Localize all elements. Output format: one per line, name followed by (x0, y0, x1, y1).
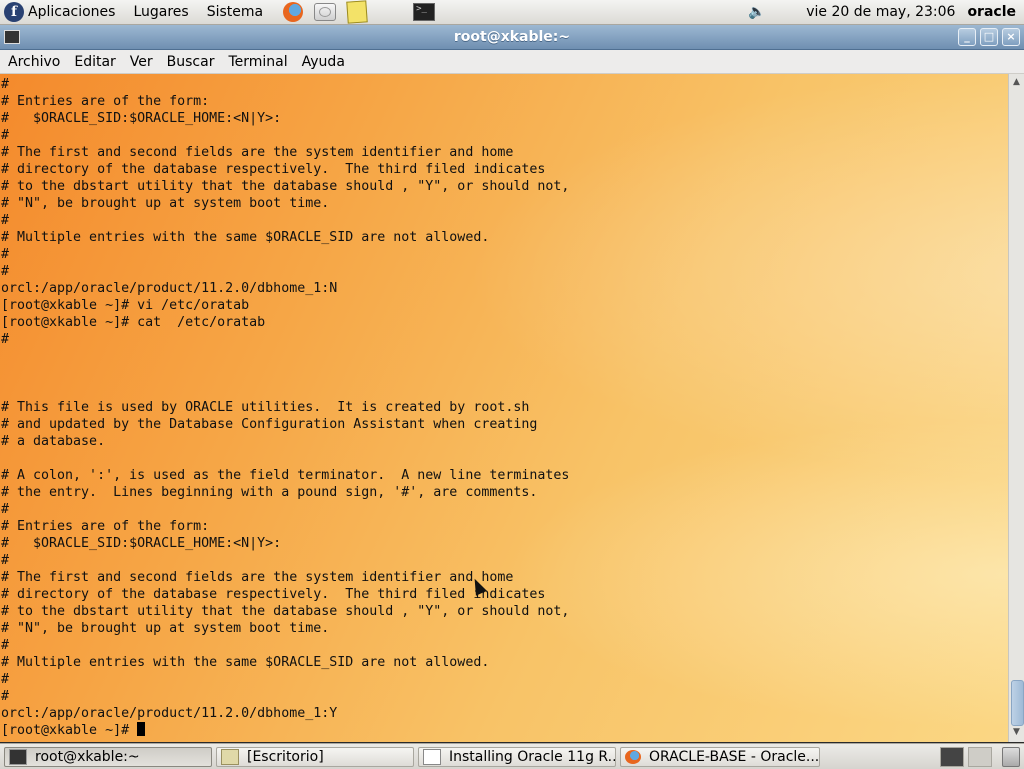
terminal-line: # $ORACLE_SID:$ORACLE_HOME:<N|Y>: (1, 111, 282, 126)
task-desktop[interactable]: [Escritorio] (216, 746, 414, 767)
terminal-line: # "N", be brought up at system boot time… (1, 196, 330, 211)
terminal-line: # and updated by the Database Configurat… (1, 417, 538, 432)
applications-menu[interactable]: f Aplicaciones (0, 0, 129, 24)
task-oracle-base[interactable]: ORACLE-BASE - Oracle... (620, 746, 820, 767)
firefox-launcher[interactable] (281, 1, 305, 23)
mail-launcher[interactable] (313, 1, 337, 23)
menu-ver[interactable]: Ver (123, 54, 160, 70)
terminal-line: [root@xkable ~]# vi /etc/oratab (1, 298, 250, 313)
terminal-line: # (1, 689, 10, 704)
notes-icon (346, 0, 368, 24)
task-label: [Escritorio] (247, 748, 324, 765)
terminal-line: # (1, 638, 10, 653)
terminal-icon (9, 748, 27, 765)
terminal-line: # directory of the database respectively… (1, 162, 546, 177)
terminal-line: # (1, 264, 10, 279)
task-terminal[interactable]: root@xkable:~ (4, 746, 212, 767)
window-titlebar[interactable]: root@xkable:~ _ □ × (0, 25, 1024, 50)
task-label: ORACLE-BASE - Oracle... (649, 748, 820, 765)
close-button[interactable]: × (1002, 28, 1020, 46)
terminal-line: # Multiple entries with the same $ORACLE… (1, 655, 490, 670)
scroll-down-arrow-icon[interactable]: ▼ (1011, 726, 1022, 738)
terminal-lines: # # Entries are of the form: # $ORACLE_S… (1, 77, 569, 721)
menu-system-label: Sistema (206, 4, 264, 20)
terminal-scrollbar[interactable]: ▲ ▼ (1008, 74, 1024, 742)
maximize-button[interactable]: □ (980, 28, 998, 46)
workspace-1[interactable] (940, 746, 964, 767)
menu-applications-label: Aplicaciones (28, 4, 116, 20)
terminal-line: # $ORACLE_SID:$ORACLE_HOME:<N|Y>: (1, 536, 282, 551)
task-installing-oracle[interactable]: Installing Oracle 11g R... (418, 746, 616, 767)
terminal-area[interactable]: # # Entries are of the form: # $ORACLE_S… (0, 74, 1008, 742)
terminal-line: # Entries are of the form: (1, 519, 210, 534)
terminal-output: # # Entries are of the form: # $ORACLE_S… (1, 76, 569, 739)
terminal-line: # This file is used by ORACLE utilities.… (1, 400, 530, 415)
terminal-line: # directory of the database respectively… (1, 587, 546, 602)
terminal-line: # (1, 502, 10, 517)
task-label: Installing Oracle 11g R... (449, 748, 616, 765)
trash-icon[interactable] (1002, 746, 1020, 767)
scrollbar-thumb[interactable] (1011, 680, 1024, 726)
task-label: root@xkable:~ (35, 748, 140, 765)
firefox-icon (625, 749, 641, 764)
scroll-up-arrow-icon[interactable]: ▲ (1011, 76, 1022, 88)
terminal-line: # The first and second fields are the sy… (1, 570, 514, 585)
system-menu[interactable]: Sistema (203, 0, 277, 24)
terminal-line: # A colon, ':', is used as the field ter… (1, 468, 570, 483)
terminal-line: # to the dbstart utility that the databa… (1, 604, 570, 619)
terminal-prompt: [root@xkable ~]# (1, 723, 138, 738)
terminal-line: orcl:/app/oracle/product/11.2.0/dbhome_1… (1, 706, 338, 721)
terminal-line: # (1, 247, 10, 262)
terminal-line: # a database. (1, 434, 106, 449)
notes-launcher[interactable] (345, 0, 369, 24)
top-panel: f Aplicaciones Lugares Sistema >_ 🔈 vie … (0, 0, 1024, 25)
terminal-line: # (1, 128, 10, 143)
panel-user-name[interactable]: oracle (967, 4, 1016, 20)
menu-archivo[interactable]: Archivo (0, 54, 67, 70)
volume-icon[interactable]: 🔈 (748, 3, 770, 21)
terminal-line: # "N", be brought up at system boot time… (1, 621, 330, 636)
terminal-line: # (1, 332, 10, 347)
firefox-icon (283, 2, 304, 22)
terminal-line: # the entry. Lines beginning with a poun… (1, 485, 538, 500)
fedora-logo-icon: f (4, 2, 24, 22)
terminal-line: # (1, 213, 10, 228)
panel-clock[interactable]: vie 20 de may, 23:06 (806, 4, 955, 20)
terminal-line: # (1, 77, 10, 92)
minimize-button[interactable]: _ (958, 28, 976, 46)
text-cursor (137, 722, 146, 736)
document-icon (423, 748, 441, 765)
window-title: root@xkable:~ (453, 29, 571, 45)
menubar: Archivo Editar Ver Buscar Terminal Ayuda (0, 50, 1024, 74)
terminal-launcher-icon[interactable]: >_ (413, 3, 436, 21)
terminal-line: # (1, 553, 10, 568)
workspace-2[interactable] (968, 746, 992, 767)
menu-buscar[interactable]: Buscar (160, 54, 222, 70)
terminal-line: # Entries are of the form: (1, 94, 210, 109)
menu-terminal[interactable]: Terminal (221, 54, 294, 70)
bottom-taskbar: root@xkable:~ [Escritorio] Installing Or… (0, 743, 1024, 769)
menu-places-label: Lugares (133, 4, 189, 20)
terminal-line: # (1, 672, 10, 687)
terminal-line: [root@xkable ~]# cat /etc/oratab (1, 315, 266, 330)
terminal-line: # to the dbstart utility that the databa… (1, 179, 570, 194)
places-menu[interactable]: Lugares (129, 0, 202, 24)
terminal-line: # The first and second fields are the sy… (1, 145, 514, 160)
menu-editar[interactable]: Editar (67, 54, 122, 70)
terminal-line: orcl:/app/oracle/product/11.2.0/dbhome_1… (1, 281, 338, 296)
mail-icon (314, 3, 337, 21)
terminal-line: # Multiple entries with the same $ORACLE… (1, 230, 490, 245)
folder-icon (221, 748, 239, 765)
menu-ayuda[interactable]: Ayuda (295, 54, 352, 70)
